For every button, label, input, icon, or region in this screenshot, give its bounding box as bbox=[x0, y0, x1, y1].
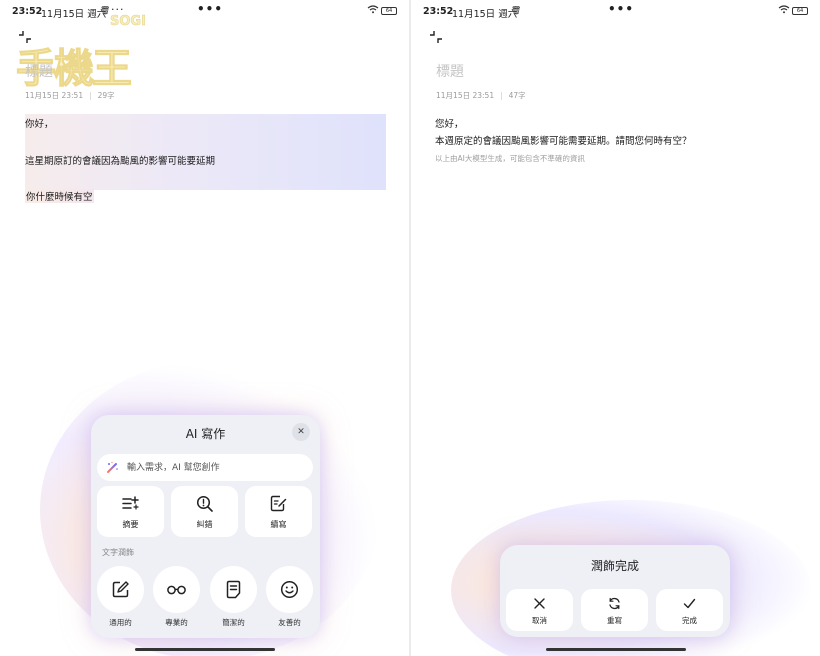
close-icon bbox=[534, 598, 545, 609]
home-indicator[interactable] bbox=[134, 648, 275, 651]
checkmark-icon bbox=[683, 598, 696, 609]
document-icon bbox=[226, 580, 241, 599]
ai-disclaimer-text: 以上由AI大模型生成，可能包含不準確的資訊 bbox=[435, 154, 585, 163]
summary-button[interactable]: 摘要 bbox=[97, 486, 164, 537]
ai-prompt-field[interactable] bbox=[97, 454, 313, 481]
tone-concise-button[interactable] bbox=[210, 566, 257, 613]
right-screen: 23:52 11月15日 週六 🗑 ••• 64 標題 11月15日 23:51… bbox=[411, 0, 820, 656]
edit-pen-icon bbox=[112, 581, 129, 598]
note-line-greeting[interactable]: 您好， bbox=[435, 116, 464, 130]
note-char-count: 29字 bbox=[97, 91, 115, 100]
rewrite-label: 重寫 bbox=[607, 616, 622, 625]
tone-general-button[interactable] bbox=[97, 566, 144, 613]
tone-friendly-label: 友善的 bbox=[278, 618, 301, 627]
continue-writing-label: 續寫 bbox=[270, 520, 287, 529]
cancel-button[interactable]: 取消 bbox=[506, 589, 573, 631]
note-meta: 11月15日 23:51 | 47字 bbox=[436, 91, 526, 100]
continue-writing-icon bbox=[270, 495, 287, 512]
collapse-icon[interactable] bbox=[18, 30, 32, 44]
tone-concise-label: 簡潔的 bbox=[222, 618, 245, 627]
home-indicator[interactable] bbox=[545, 648, 686, 651]
tone-friendly-button[interactable] bbox=[266, 566, 313, 613]
note-title-field[interactable]: 標題 bbox=[436, 61, 464, 81]
note-line-greeting[interactable]: 你好， bbox=[25, 116, 54, 130]
text-polish-section-label: 文字潤飾 bbox=[102, 548, 134, 557]
sogi-watermark-logo: SOGI 手機王 bbox=[4, 14, 154, 94]
ai-prompt-input[interactable] bbox=[127, 459, 307, 476]
watermark-brand: SOGI bbox=[110, 14, 146, 30]
polish-complete-title: 潤飾完成 bbox=[590, 559, 639, 573]
done-button[interactable]: 完成 bbox=[656, 589, 723, 631]
tone-professional-button[interactable] bbox=[153, 566, 200, 613]
rewrite-button[interactable]: 重寫 bbox=[581, 589, 648, 631]
tone-general-label: 通用的 bbox=[109, 618, 132, 627]
proofread-button[interactable]: 糾錯 bbox=[171, 486, 238, 537]
battery-icon: 64 bbox=[792, 7, 808, 15]
note-line-body[interactable]: 這星期原訂的會議因為颱風的影響可能要延期 bbox=[25, 153, 215, 167]
ai-writing-panel: AI 寫作 ✕ 摘要 糾錯 bbox=[91, 415, 320, 638]
smiley-icon bbox=[280, 580, 299, 599]
ai-panel-title: AI 寫作 bbox=[185, 427, 226, 441]
continue-writing-button[interactable]: 續寫 bbox=[245, 486, 312, 537]
more-options-button[interactable]: ••• bbox=[608, 2, 634, 16]
collapse-icon[interactable] bbox=[429, 30, 443, 44]
note-char-count: 47字 bbox=[508, 91, 526, 100]
close-button[interactable]: ✕ bbox=[292, 423, 310, 441]
note-title-field[interactable]: 標題 bbox=[25, 61, 53, 81]
glasses-icon bbox=[167, 585, 186, 595]
more-options-button[interactable]: ••• bbox=[197, 2, 223, 16]
note-datetime: 11月15日 23:51 bbox=[25, 91, 84, 100]
wifi-icon bbox=[778, 5, 790, 17]
note-meta: 11月15日 23:51 | 29字 bbox=[25, 91, 115, 100]
wifi-icon bbox=[367, 5, 379, 17]
summary-label: 摘要 bbox=[122, 520, 139, 529]
cancel-label: 取消 bbox=[532, 616, 547, 625]
status-date: 11月15日 週六 bbox=[452, 9, 518, 20]
polish-complete-panel: 潤飾完成 取消 重寫 完成 bbox=[500, 545, 730, 637]
proofread-icon bbox=[196, 495, 213, 512]
status-bar: 23:52 11月15日 週六 🗑 ••• 64 bbox=[411, 0, 820, 22]
trash-icon: 🗑 bbox=[511, 6, 522, 15]
refresh-icon bbox=[609, 597, 620, 610]
text-selection-highlight bbox=[25, 114, 386, 190]
note-line-body[interactable]: 本週原定的會議因颱風影響可能需要延期。請問您何時有空？ bbox=[435, 133, 692, 147]
status-time: 23:52 bbox=[423, 6, 454, 17]
note-datetime: 11月15日 23:51 bbox=[436, 91, 495, 100]
summary-icon bbox=[122, 496, 139, 510]
proofread-label: 糾錯 bbox=[196, 520, 213, 529]
left-screen: 23:52 11月15日 週六 🗑 ··· ••• 64 SOGI 手機王 標題… bbox=[0, 0, 409, 656]
battery-icon: 64 bbox=[381, 7, 397, 15]
done-label: 完成 bbox=[682, 616, 697, 625]
ai-pen-icon bbox=[107, 461, 118, 473]
note-line-question[interactable]: 你什麼時候有空 bbox=[25, 189, 94, 203]
tone-professional-label: 專業的 bbox=[165, 618, 188, 627]
